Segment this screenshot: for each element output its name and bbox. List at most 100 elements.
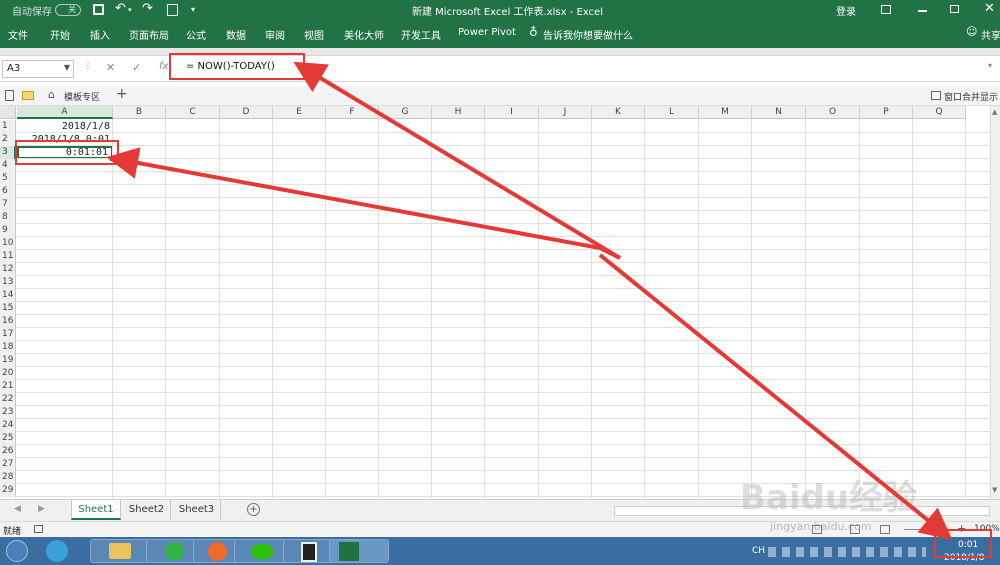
taskbar-excel[interactable]	[329, 539, 389, 563]
undo-icon[interactable]: ↶	[115, 1, 126, 16]
column-header[interactable]: G	[379, 106, 432, 119]
row-header[interactable]: 1	[0, 120, 16, 133]
undo-dropdown-icon[interactable]: ▾	[128, 6, 132, 14]
customize-qat-icon[interactable]: ▾	[191, 5, 195, 14]
name-box-dropdown-icon[interactable]: ▼	[64, 63, 70, 72]
template-zone-tab[interactable]: 模板专区	[64, 90, 100, 103]
redo-icon[interactable]: ↷	[142, 1, 153, 16]
column-header[interactable]: C	[166, 106, 220, 119]
save-icon[interactable]	[93, 4, 104, 15]
home-icon[interactable]: ⌂	[48, 88, 55, 101]
tab-data[interactable]: 数据	[226, 27, 246, 42]
row-header[interactable]: 13	[0, 276, 16, 289]
column-header[interactable]: M	[699, 106, 752, 119]
add-sheet-icon[interactable]: +	[247, 503, 260, 516]
row-header[interactable]: 9	[0, 224, 16, 237]
row-header[interactable]: 5	[0, 172, 16, 185]
tab-insert[interactable]: 插入	[90, 27, 110, 42]
column-header[interactable]: A	[17, 106, 113, 119]
row-header[interactable]: 16	[0, 315, 16, 328]
login-link[interactable]: 登录	[836, 3, 856, 18]
insert-function-icon[interactable]: fx	[159, 61, 168, 72]
row-header[interactable]: 2	[0, 133, 16, 146]
share-button[interactable]: 共享	[981, 27, 1000, 42]
sheet-tab-2[interactable]: Sheet2	[123, 500, 171, 520]
column-header[interactable]: D	[220, 106, 273, 119]
row-header[interactable]: 21	[0, 380, 16, 393]
page-break-view-icon[interactable]	[880, 525, 890, 534]
tab-power-pivot[interactable]: Power Pivot	[458, 27, 516, 38]
row-header[interactable]: 29	[0, 484, 16, 497]
row-header[interactable]: 15	[0, 302, 16, 315]
tab-formulas[interactable]: 公式	[186, 27, 206, 42]
column-header[interactable]: K	[592, 106, 645, 119]
formula-bar-options-icon[interactable]: ⋮	[84, 61, 92, 70]
row-header[interactable]: 8	[0, 211, 16, 224]
window-merge-icon[interactable]	[931, 91, 941, 100]
scroll-down-icon[interactable]: ▼	[992, 486, 997, 494]
sheet-tab-3[interactable]: Sheet3	[173, 500, 221, 520]
macro-record-icon[interactable]	[34, 525, 43, 533]
close-icon[interactable]: ✕	[984, 1, 995, 16]
row-header[interactable]: 10	[0, 237, 16, 250]
row-header[interactable]: 22	[0, 393, 16, 406]
vertical-scrollbar[interactable]: ▲ ▼	[990, 106, 1000, 499]
tab-page-layout[interactable]: 页面布局	[129, 27, 169, 42]
tray-icons[interactable]	[768, 547, 926, 557]
row-header[interactable]: 7	[0, 198, 16, 211]
row-header[interactable]: 25	[0, 432, 16, 445]
open-folder-icon[interactable]	[22, 91, 34, 100]
row-header[interactable]: 3	[0, 146, 16, 159]
taskbar-explorer[interactable]	[90, 539, 150, 563]
print-preview-icon[interactable]	[167, 4, 178, 16]
autosave-toggle[interactable]: 关	[55, 4, 81, 16]
tell-me-search[interactable]: 告诉我你想要做什么	[543, 27, 633, 42]
column-header[interactable]: N	[752, 106, 806, 119]
row-header[interactable]: 20	[0, 367, 16, 380]
tab-view[interactable]: 视图	[304, 27, 324, 42]
row-header[interactable]: 6	[0, 185, 16, 198]
name-box[interactable]: A3 ▼	[2, 60, 74, 78]
row-header[interactable]: 24	[0, 419, 16, 432]
select-all-corner[interactable]	[0, 106, 16, 119]
row-header[interactable]: 23	[0, 406, 16, 419]
column-header[interactable]: F	[326, 106, 379, 119]
new-tab-button[interactable]: +	[116, 86, 128, 102]
row-header[interactable]: 14	[0, 289, 16, 302]
window-merge-toggle[interactable]: 窗口合并显示	[944, 90, 998, 103]
column-header[interactable]: H	[432, 106, 485, 119]
scroll-up-icon[interactable]: ▲	[992, 108, 997, 116]
row-header[interactable]: 28	[0, 471, 16, 484]
input-language[interactable]: CH	[752, 546, 765, 556]
tab-file[interactable]: 文件	[8, 27, 28, 42]
column-header[interactable]: L	[645, 106, 699, 119]
row-header[interactable]: 18	[0, 341, 16, 354]
row-header[interactable]: 27	[0, 458, 16, 471]
column-header[interactable]: I	[485, 106, 539, 119]
tab-review[interactable]: 审阅	[265, 27, 285, 42]
column-header[interactable]: O	[806, 106, 860, 119]
tab-beautify[interactable]: 美化大师	[344, 27, 384, 42]
new-file-icon[interactable]	[5, 90, 14, 101]
ribbon-display-options-icon[interactable]	[881, 5, 891, 14]
enter-icon[interactable]: ✓	[132, 61, 141, 74]
app-icon-1[interactable]	[46, 540, 68, 562]
row-header[interactable]: 12	[0, 263, 16, 276]
minimize-icon[interactable]	[918, 10, 927, 12]
tab-home[interactable]: 开始	[50, 27, 70, 42]
row-header[interactable]: 4	[0, 159, 16, 172]
worksheet-grid[interactable]: 2018/1/8 2018/1/8 0:01 0:01:01 ABCDEFGHI…	[0, 106, 1000, 499]
sheet-prev-icon[interactable]: ◀	[14, 504, 21, 514]
column-header[interactable]: J	[539, 106, 592, 119]
restore-icon[interactable]	[950, 5, 959, 13]
column-header[interactable]: B	[113, 106, 166, 119]
expand-formula-bar-icon[interactable]: ▾	[988, 61, 992, 70]
column-header[interactable]: E	[273, 106, 326, 119]
row-header[interactable]: 11	[0, 250, 16, 263]
row-header[interactable]: 26	[0, 445, 16, 458]
tab-developer[interactable]: 开发工具	[401, 27, 441, 42]
sheet-next-icon[interactable]: ▶	[38, 504, 45, 514]
cancel-icon[interactable]: ✕	[106, 61, 115, 74]
row-header[interactable]: 19	[0, 354, 16, 367]
sheet-tab-1[interactable]: Sheet1	[71, 500, 121, 520]
